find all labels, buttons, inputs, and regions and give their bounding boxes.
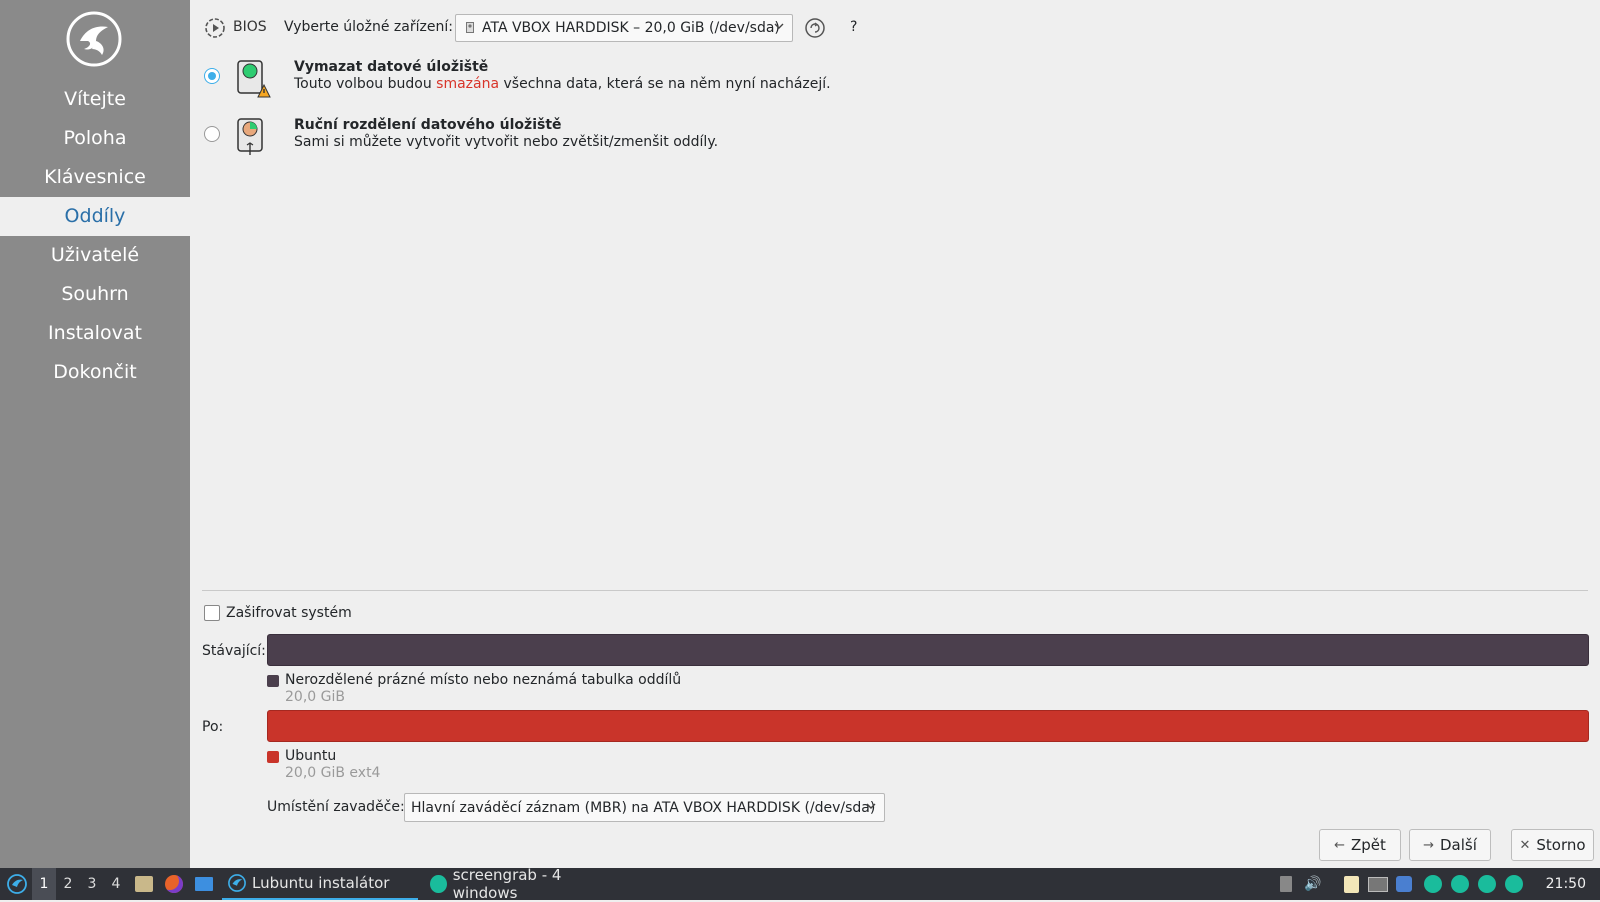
screengrab-tray-icon-1[interactable]: [1422, 868, 1444, 900]
volume-icon[interactable]: 🔊: [1303, 868, 1323, 900]
disk-icon: [466, 22, 474, 33]
cancel-button[interactable]: ✕ Storno: [1511, 829, 1594, 861]
arrow-left-icon: ←: [1334, 837, 1345, 853]
screengrab-tray-icon-4[interactable]: [1503, 868, 1525, 900]
encrypt-system-checkbox[interactable]: [204, 605, 220, 621]
next-button[interactable]: → Další: [1409, 829, 1491, 861]
workspace-1[interactable]: 1: [32, 868, 56, 900]
screengrab-icon: [430, 875, 447, 893]
erase-disk-icon: [237, 60, 271, 98]
after-legend-size: 20,0 GiB ext4: [285, 765, 381, 781]
file-manager-icon[interactable]: [133, 868, 155, 900]
manual-partitioning-description: Sami si můžete vytvořit vytvořit nebo zv…: [294, 134, 719, 150]
bootloader-select[interactable]: Hlavní zaváděcí záznam (MBR) na ATA VBOX…: [404, 793, 885, 822]
keyboard-layout-icon[interactable]: [1276, 868, 1296, 900]
help-button[interactable]: ?: [850, 19, 857, 35]
screengrab-tray-icon-2[interactable]: [1449, 868, 1471, 900]
rescan-icon[interactable]: [804, 17, 826, 39]
task-screengrab-label: screengrab - 4 windows: [452, 866, 562, 902]
boot-firmware-icon: [205, 18, 225, 38]
workspace-2[interactable]: 2: [56, 868, 80, 900]
task-screengrab[interactable]: screengrab - 4 windows: [424, 866, 624, 902]
device-select[interactable]: ATA VBOX HARDDISK – 20,0 GiB (/dev/sda): [455, 14, 793, 42]
workspace-4[interactable]: 4: [104, 868, 128, 900]
divider: [202, 590, 1588, 591]
step-dokoncit: Dokončit: [53, 361, 137, 383]
step-souhrn: Souhrn: [61, 283, 129, 305]
device-select-label: Vyberte úložné zařízení:: [284, 19, 453, 35]
after-legend-name: Ubuntu: [285, 748, 337, 764]
after-partition-bar: [267, 710, 1589, 742]
arrow-right-icon: →: [1423, 837, 1434, 853]
encrypt-system-label: Zašifrovat systém: [226, 605, 352, 621]
task-lubuntu-installer[interactable]: Lubuntu instalátor: [222, 868, 418, 900]
erase-disk-description: Touto volbou budou smazána všechna data,…: [294, 76, 831, 92]
erase-warning-word: smazána: [436, 76, 500, 92]
current-legend-swatch: [267, 675, 279, 687]
notification-icon[interactable]: [1393, 868, 1415, 900]
start-menu-button[interactable]: [4, 868, 30, 900]
step-oddily: Oddíly: [0, 197, 190, 236]
cancel-button-label: Storno: [1536, 836, 1586, 854]
manual-partitioning-icon: [237, 118, 263, 155]
after-label: Po:: [202, 719, 224, 735]
device-select-value: ATA VBOX HARDDISK – 20,0 GiB (/dev/sda): [482, 20, 780, 36]
lubuntu-menu-icon: [7, 874, 27, 894]
erase-disk-title: Vymazat datové úložiště: [294, 59, 489, 75]
step-poloha: Poloha: [63, 127, 127, 149]
bootloader-label: Umístění zavaděče:: [267, 799, 405, 815]
chevron-down-icon: [866, 803, 876, 809]
desktop-icon[interactable]: [193, 868, 215, 900]
next-button-label: Další: [1440, 836, 1477, 854]
chevron-down-icon: [774, 23, 784, 29]
firmware-type-label: BIOS: [233, 19, 267, 35]
clock[interactable]: 21:50: [1546, 868, 1586, 900]
step-uzivatele: Uživatelé: [50, 244, 140, 266]
option-erase-disk[interactable]: Vymazat datové úložiště Touto volbou bud…: [204, 59, 1564, 108]
taskbar: 1 2 3 4 Lubuntu instalátor screengrab - …: [0, 866, 1600, 902]
sidebar: Vítejte Poloha Klávesnice Oddíly Uživate…: [0, 0, 190, 868]
step-vitejte: Vítejte: [64, 88, 126, 110]
workspace-3[interactable]: 3: [80, 868, 104, 900]
manual-partitioning-radio[interactable]: [204, 126, 220, 142]
current-legend-name: Nerozdělené prázné místo nebo neznámá ta…: [285, 672, 682, 688]
step-klavesnice: Klávesnice: [44, 166, 146, 188]
clipboard-icon[interactable]: [1340, 868, 1362, 900]
current-partition-bar: [267, 634, 1589, 666]
current-legend-size: 20,0 GiB: [285, 689, 345, 705]
firefox-icon[interactable]: [163, 868, 185, 900]
device-toolbar: BIOS Vyberte úložné zařízení: ATA VBOX H…: [204, 14, 1584, 42]
lubuntu-installer-icon: [228, 874, 246, 892]
close-icon: ✕: [1519, 837, 1531, 853]
bootloader-select-value: Hlavní zaváděcí záznam (MBR) na ATA VBOX…: [411, 800, 876, 816]
erase-disk-radio[interactable]: [204, 68, 220, 84]
after-legend-swatch: [267, 751, 279, 763]
manual-partitioning-title: Ruční rozdělení datového úložiště: [294, 117, 562, 133]
back-button[interactable]: ← Zpět: [1319, 829, 1401, 861]
lubuntu-logo-icon: [66, 11, 122, 67]
current-label: Stávající:: [202, 643, 266, 659]
screengrab-tray-icon-3[interactable]: [1476, 868, 1498, 900]
task-lubuntu-installer-label: Lubuntu instalátor: [252, 874, 390, 892]
step-instalovat: Instalovat: [48, 322, 142, 344]
option-manual-partitioning[interactable]: Ruční rozdělení datového úložiště Sami s…: [204, 117, 1564, 166]
network-icon[interactable]: [1367, 868, 1389, 900]
back-button-label: Zpět: [1350, 836, 1386, 854]
